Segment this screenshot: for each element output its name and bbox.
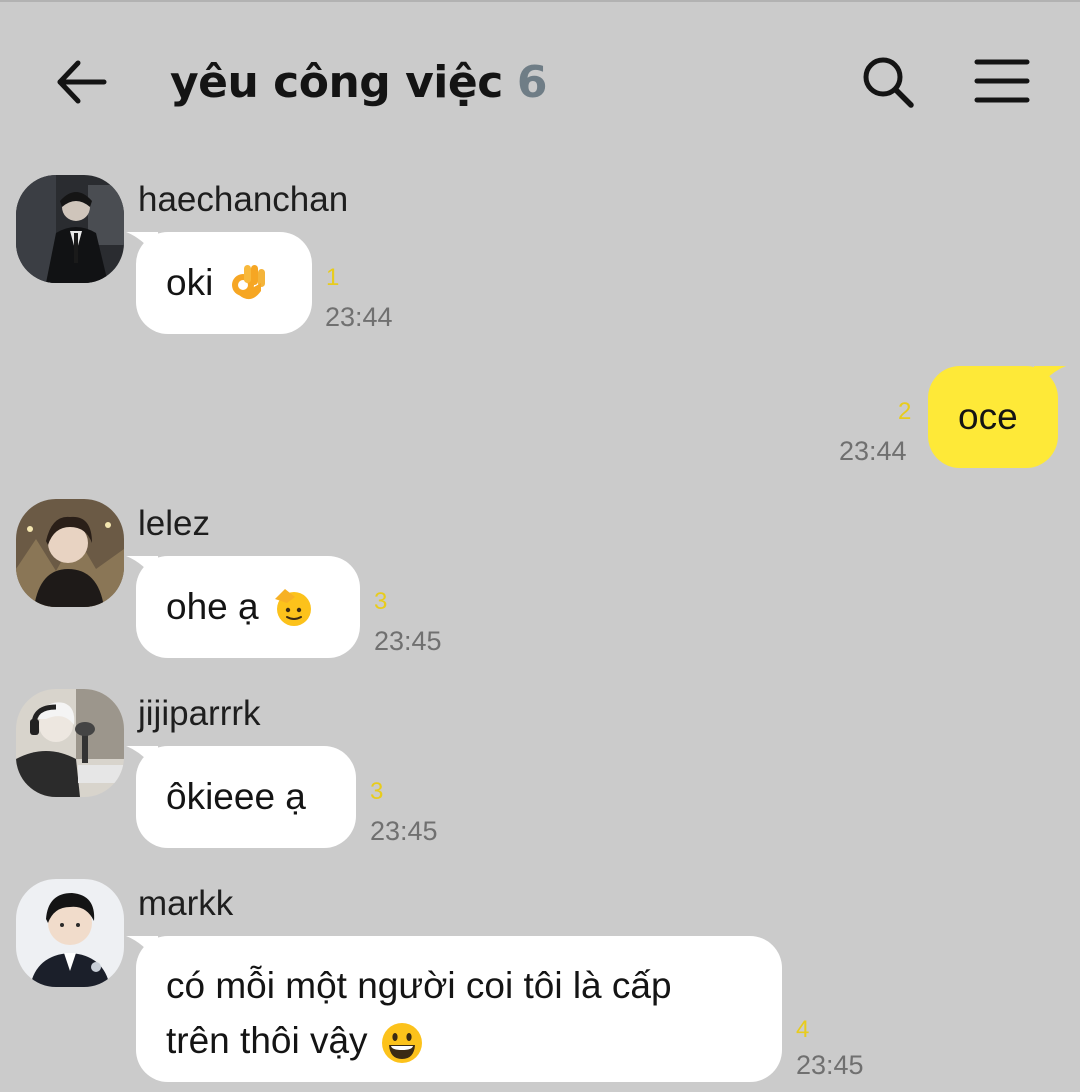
message-time: 23:44	[839, 436, 907, 466]
avatar[interactable]	[16, 175, 124, 283]
message-text: oce	[958, 396, 1018, 437]
sender-name: lelez	[138, 504, 210, 543]
bubble-tail	[126, 232, 158, 258]
ok-hand-emoji	[232, 265, 266, 300]
back-button[interactable]	[48, 50, 112, 114]
search-icon	[863, 57, 914, 108]
message-item-outgoing: 2 23:44 oce	[0, 366, 1080, 476]
unread-count: 3	[374, 588, 388, 615]
message-time: 23:45	[370, 816, 438, 846]
grinning-face-emoji	[381, 1023, 422, 1064]
unread-count: 1	[326, 264, 340, 291]
message-text: oki	[166, 262, 214, 303]
message-text: ohe ạ	[166, 586, 259, 627]
menu-button[interactable]	[970, 50, 1034, 114]
chat-title: yêu công việc	[170, 56, 503, 108]
sender-name: markk	[138, 884, 234, 923]
message-bubble[interactable]: ôkieee ạ	[126, 746, 356, 848]
chat-header: yêu công việc 6	[0, 0, 1080, 160]
message-bubble[interactable]: ohe ạ	[126, 556, 360, 658]
message-bubble[interactable]: có mỗi một người coi tôi là cấp trên thô…	[126, 936, 782, 1082]
message-text: ôkieee ạ	[166, 776, 306, 817]
bubble-tail	[1034, 366, 1066, 392]
unread-count: 4	[796, 1016, 810, 1043]
chat-title-group[interactable]: yêu công việc 6	[170, 50, 547, 114]
message-item: lelez ohe ạ 3 23:45	[0, 496, 1080, 666]
message-bubble[interactable]: oki	[126, 232, 312, 334]
message-item: jijiparrrk ôkieee ạ 3 23:45	[0, 686, 1080, 856]
bubble-tail	[126, 556, 158, 582]
sender-name: haechanchan	[138, 180, 349, 219]
message-text-line: trên thôi vậy	[166, 1020, 368, 1061]
message-bubble[interactable]: oce	[928, 366, 1066, 468]
avatar[interactable]	[16, 499, 124, 607]
message-text-line-with-emoji: trên thôi vậy	[166, 1013, 752, 1068]
bubble-tail	[126, 936, 158, 962]
unread-count: 2	[898, 398, 912, 425]
message-item: haechanchan oki 1 23:44	[0, 172, 1080, 342]
search-button[interactable]	[856, 50, 920, 114]
saluting-face-emoji	[274, 589, 311, 626]
sender-name: jijiparrrk	[138, 694, 261, 733]
unread-count: 3	[370, 778, 384, 805]
message-text-line: có mỗi một người coi tôi là cấp	[166, 965, 672, 1006]
message-time: 23:45	[796, 1050, 864, 1080]
avatar[interactable]	[16, 689, 124, 797]
arrow-left-icon	[57, 60, 107, 104]
message-time: 23:44	[325, 302, 393, 332]
member-count: 6	[516, 56, 548, 108]
bubble-tail	[126, 746, 158, 772]
message-time: 23:45	[374, 626, 442, 656]
hamburger-menu-icon	[974, 59, 1030, 103]
avatar[interactable]	[16, 879, 124, 987]
message-item: markk có mỗi một người coi tôi là cấp tr…	[0, 876, 1080, 1092]
